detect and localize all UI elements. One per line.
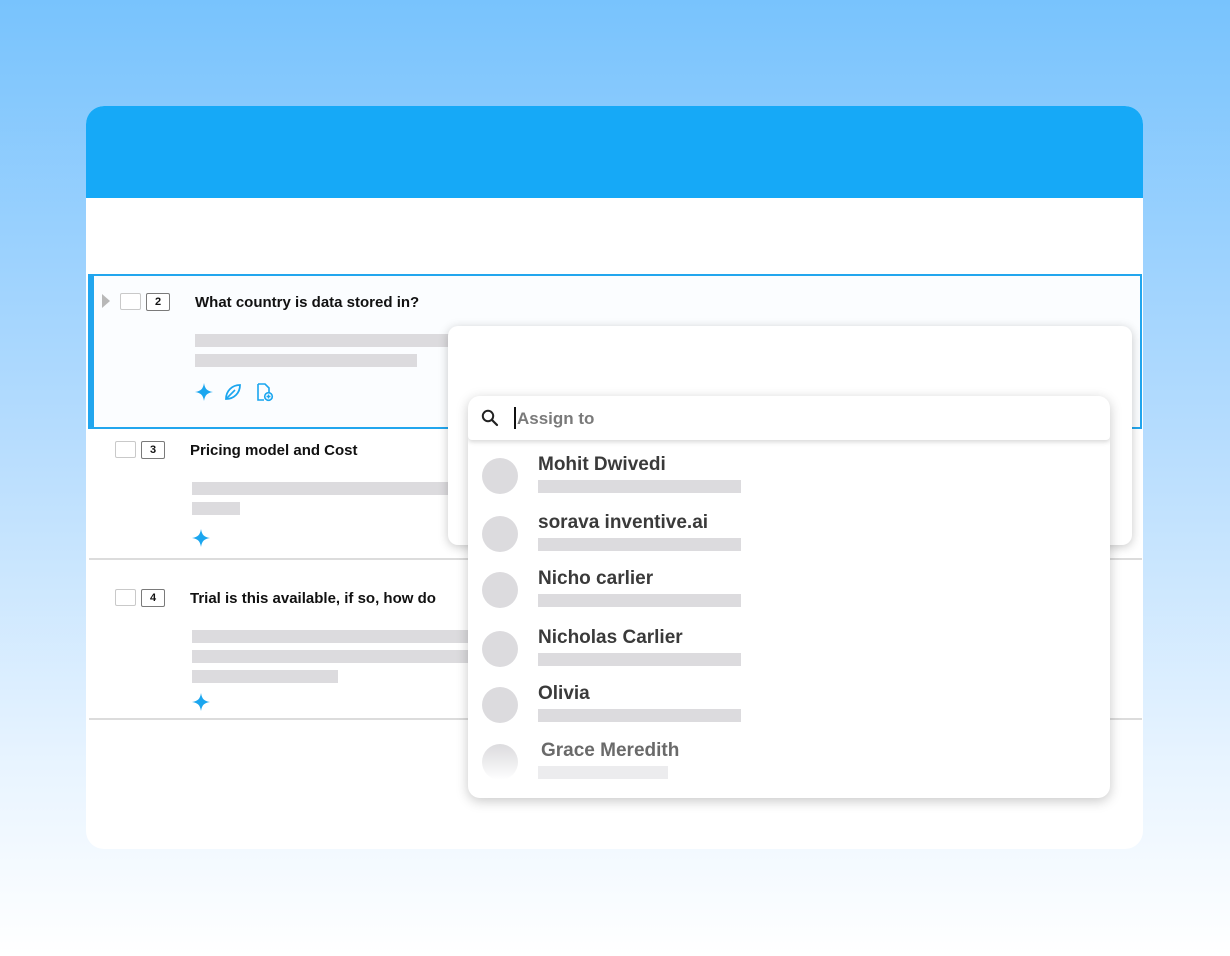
avatar: [482, 687, 518, 723]
answer-placeholder-line: [192, 482, 448, 495]
user-detail-placeholder: [538, 709, 741, 722]
user-name: Nicho carlier: [538, 568, 654, 589]
user-detail-placeholder: [538, 653, 741, 666]
user-name: Nicholas Carlier: [538, 627, 683, 648]
avatar: [482, 631, 518, 667]
user-name: sorava inventive.ai: [538, 512, 709, 533]
user-option[interactable]: Mohit Dwivedi: [468, 454, 1110, 514]
sparkle-icon[interactable]: [194, 382, 214, 402]
sparkle-icon[interactable]: [191, 528, 211, 548]
avatar: [482, 516, 518, 552]
assign-search-bar[interactable]: [468, 396, 1110, 440]
user-detail-placeholder: [538, 538, 741, 551]
question-number: 2: [146, 293, 170, 311]
user-detail-placeholder: [538, 594, 741, 607]
assign-search-input[interactable]: [515, 404, 1079, 434]
user-option[interactable]: sorava inventive.ai: [468, 512, 1110, 572]
question-text: Trial is this available, if so, how do: [190, 590, 436, 607]
user-detail-placeholder: [538, 480, 741, 493]
answer-placeholder-line: [192, 670, 338, 683]
user-option[interactable]: Nicholas Carlier: [468, 627, 1110, 687]
answer-placeholder-line: [195, 334, 451, 347]
answer-placeholder-line: [192, 650, 482, 663]
question-text: Pricing model and Cost: [190, 442, 358, 459]
question-checkbox[interactable]: [115, 589, 136, 606]
document-add-icon[interactable]: [254, 382, 274, 402]
question-text: What country is data stored in?: [195, 294, 420, 311]
avatar: [482, 744, 518, 780]
answer-placeholder-line: [192, 502, 240, 515]
sparkle-icon[interactable]: [191, 692, 211, 712]
question-checkbox[interactable]: [115, 441, 136, 458]
user-option[interactable]: Olivia: [468, 683, 1110, 743]
avatar: [482, 458, 518, 494]
search-icon: [481, 409, 499, 427]
user-option[interactable]: Grace Meredith: [468, 740, 1110, 798]
avatar: [482, 572, 518, 608]
answer-placeholder-line: [195, 354, 417, 367]
user-name: Grace Meredith: [541, 740, 680, 761]
expand-caret-icon[interactable]: [102, 294, 110, 308]
user-detail-placeholder: [538, 766, 668, 779]
leaf-icon[interactable]: [223, 382, 243, 402]
answer-placeholder-line: [192, 630, 482, 643]
card-header: [86, 106, 1143, 198]
question-number: 4: [141, 589, 165, 607]
question-checkbox[interactable]: [120, 293, 141, 310]
question-number: 3: [141, 441, 165, 459]
assign-dropdown: Mohit Dwivedi sorava inventive.ai Nicho …: [468, 396, 1110, 798]
user-name: Olivia: [538, 683, 590, 704]
user-name: Mohit Dwivedi: [538, 454, 666, 475]
user-option[interactable]: Nicho carlier: [468, 568, 1110, 628]
